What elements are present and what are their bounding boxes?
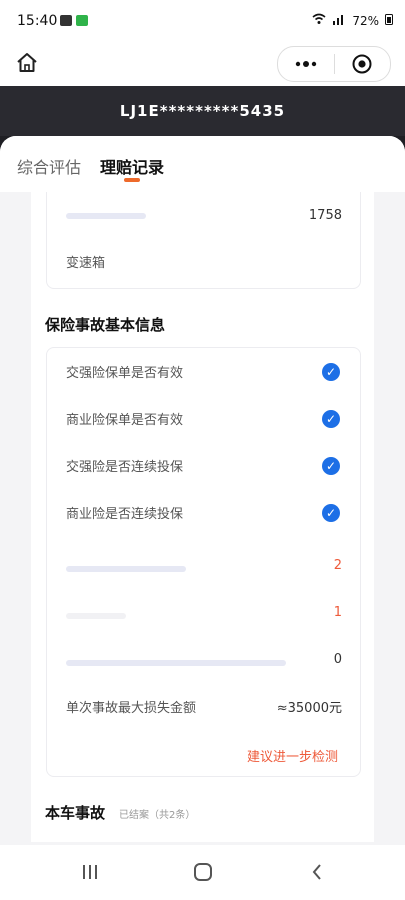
capsule-menu [277,46,391,82]
home-icon[interactable] [14,50,40,76]
check-row: 交强险保单是否有效 ✓ [47,348,360,395]
section-subtitle: 已结案（共2条） [119,810,196,821]
signal-icon [332,13,346,28]
row-label: 交强险是否连续投保 [66,460,184,475]
info-row: 1758 [47,192,360,239]
vehicle-info-card: 1758 变速箱 [46,192,361,289]
row-label: 交强险保单是否有效 [66,366,184,381]
status-time: 15:40 [17,13,58,29]
check-row: 交强险是否连续投保 ✓ [47,442,360,489]
gallery-icon [60,15,72,26]
wifi-icon [312,13,326,28]
battery-icon [385,13,393,28]
check-icon: ✓ [322,503,340,522]
content-area: 1758 变速箱 保险事故基本信息 交强险保单是否有效 ✓ 商业险保单是否有效 … [31,192,374,842]
tab-bar: 综合评估 理赔记录 [0,136,405,192]
check-icon: ✓ [322,362,340,381]
more-dots-icon[interactable] [278,47,334,81]
tab-indicator [124,178,140,182]
suggest-link[interactable]: 建议进一步检测 [247,746,338,765]
blurred-label [66,213,146,219]
count-row: 1 [47,589,360,636]
message-icon [76,15,88,26]
vin-label: LJ1E*********5435 [119,102,286,120]
notification-icons [60,15,88,26]
section-title: 本车事故 [45,804,106,822]
insurance-card: 交强险保单是否有效 ✓ 商业险保单是否有效 ✓ 交强险是否连续投保 ✓ 商业险是… [46,347,361,777]
tab-comprehensive[interactable]: 综合评估 [17,154,81,178]
count-row: 2 [47,542,360,589]
report-sheet: 综合评估 理赔记录 1758 变速箱 保险事故基本信息 交强险保单是否有效 ✓ … [0,136,405,900]
row-value: ≈35000元 [276,701,342,716]
count-row: 0 [47,636,360,683]
mini-program-header [0,42,405,86]
loss-row: 单次事故最大损失金额 ≈35000元 [47,683,360,730]
check-row: 商业险保单是否有效 ✓ [47,395,360,442]
status-bar: 15:40 72% [0,0,405,42]
home-nav-icon[interactable] [188,859,218,885]
check-row: 商业险是否连续投保 ✓ [47,489,360,536]
system-nav-bar [0,845,405,900]
recent-apps-icon[interactable] [75,859,105,885]
row-label: 商业险是否连续投保 [66,507,184,522]
row-label: 单次事故最大损失金额 [66,701,197,716]
row-value: 1 [333,605,342,620]
row-label: 变速箱 [66,256,106,271]
info-row: 变速箱 [47,238,360,285]
blurred-label [66,613,126,619]
check-icon: ✓ [322,409,340,428]
row-label: 商业险保单是否有效 [66,413,184,428]
battery-label: 72% [352,13,379,28]
row-value: 0 [333,652,342,667]
row-value: 2 [333,558,342,573]
vin-bar: LJ1E*********5435 [0,86,405,136]
section-title: 保险事故基本信息 [45,316,166,334]
blurred-label [66,660,286,666]
blurred-label [66,566,186,572]
back-icon[interactable] [302,859,332,885]
row-value: 1758 [308,208,342,223]
status-indicators: 72% [312,13,393,28]
check-icon: ✓ [322,456,340,475]
tab-claims[interactable]: 理赔记录 [100,154,164,178]
target-icon[interactable] [335,47,391,81]
